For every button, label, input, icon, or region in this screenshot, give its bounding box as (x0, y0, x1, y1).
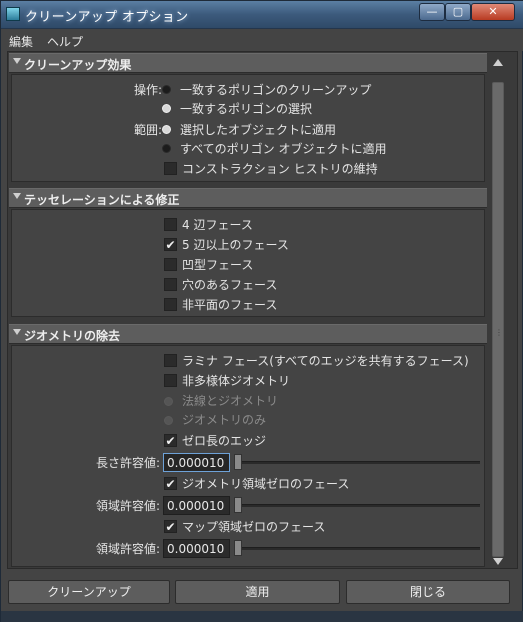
length-tolerance-slider[interactable] (234, 461, 480, 464)
length-tolerance-slider-handle[interactable] (234, 454, 242, 470)
radio-cleanup-matching[interactable] (162, 85, 171, 94)
vertical-scrollbar[interactable]: ⋮⋮ (490, 54, 511, 568)
window-title: クリーンアップ オプション (25, 10, 189, 25)
maya-app-icon (6, 7, 20, 21)
radio-apply-selected[interactable] (162, 125, 171, 134)
section-body-tessellation: 4 辺フェース ✔ 5 辺以上のフェース 凹型フェース 穴のあるフェース 非平面… (11, 209, 485, 317)
operation-label: 操作: (133, 83, 162, 97)
length-tolerance-field[interactable] (163, 453, 230, 472)
apply-button[interactable]: 適用 (175, 580, 340, 604)
checkbox-5-plus-sided-faces[interactable]: ✔ (164, 238, 177, 251)
section-title: クリーンアップ効果 (24, 58, 132, 72)
checkbox-label[interactable]: 5 辺以上のフェース (182, 236, 289, 254)
checkbox-label[interactable]: 非平面のフェース (182, 296, 277, 314)
dialog-window: クリーンアップ オプション — ▢ ✕ 編集 ヘルプ クリーンアップ効果 操作:… (0, 0, 523, 622)
checkbox-lamina-faces[interactable] (164, 354, 177, 367)
minimize-button[interactable]: — (419, 3, 445, 21)
desktop-background-strip (1, 611, 523, 622)
radio-select-matching[interactable] (162, 104, 171, 113)
close-window-button[interactable]: ✕ (471, 3, 515, 21)
menu-help[interactable]: ヘルプ (47, 33, 83, 50)
checkbox-keep-history[interactable] (164, 162, 177, 175)
radio-label[interactable]: 一致するポリゴンの選択 (180, 100, 312, 118)
checkbox-label[interactable]: マップ領域ゼロのフェース (182, 518, 325, 536)
checkbox-label[interactable]: 4 辺フェース (182, 216, 253, 234)
section-header-tessellation[interactable]: テッセレーションによる修正 (9, 188, 487, 208)
area-tolerance-slider-handle[interactable] (234, 497, 242, 513)
radio-label[interactable]: 一致するポリゴンのクリーンアップ (180, 81, 371, 99)
checkbox-zero-map-area-faces[interactable]: ✔ (164, 520, 177, 533)
radio-apply-all[interactable] (162, 144, 171, 153)
maximize-button[interactable]: ▢ (445, 3, 471, 21)
map-area-tolerance-slider-handle[interactable] (234, 540, 242, 556)
scrollbar-thumb[interactable]: ⋮⋮ (492, 82, 511, 557)
map-area-tolerance-field[interactable] (163, 539, 230, 558)
cleanup-button[interactable]: クリーンアップ (8, 580, 170, 604)
radio-label[interactable]: ジオメトリのみ (182, 411, 266, 429)
section-body-cleanup-effect: 操作: 一致するポリゴンのクリーンアップ 一致するポリゴンの選択 範囲: 選択し… (11, 74, 485, 182)
menu-edit[interactable]: 編集 (9, 33, 33, 50)
title-bar[interactable]: クリーンアップ オプション — ▢ ✕ (1, 1, 523, 29)
checkbox-label[interactable]: ジオメトリ領域ゼロのフェース (182, 475, 349, 493)
radio-label[interactable]: 法線とジオメトリ (182, 392, 278, 410)
area-tolerance-field[interactable] (163, 496, 230, 515)
area-tolerance-slider[interactable] (234, 504, 480, 507)
section-title: ジオメトリの除去 (24, 329, 121, 343)
menu-bar: 編集 ヘルプ (1, 29, 523, 51)
section-body-geometry-removal: ラミナ フェース(すべてのエッジを共有するフェース) 非多様体ジオメトリ 法線と… (11, 345, 485, 567)
grip-icon: ⋮⋮ (495, 328, 511, 337)
checkbox-label[interactable]: 凹型フェース (182, 256, 253, 274)
radio-geometry-only[interactable] (164, 416, 173, 425)
collapse-arrow-icon (13, 58, 21, 64)
scroll-up-arrow-icon[interactable] (493, 59, 503, 66)
checkbox-label[interactable]: ラミナ フェース(すべてのエッジを共有するフェース) (182, 352, 469, 370)
scope-label: 範囲: (133, 123, 162, 137)
checkbox-label[interactable]: ゼロ長のエッジ (182, 432, 266, 450)
checkbox-nonplanar-faces[interactable] (164, 298, 177, 311)
checkbox-label[interactable]: 穴のあるフェース (182, 276, 277, 294)
checkbox-4-sided-faces[interactable] (164, 218, 177, 231)
checkbox-zero-geometry-area-faces[interactable]: ✔ (164, 477, 177, 490)
radio-label[interactable]: すべてのポリゴン オブジェクトに適用 (180, 140, 387, 158)
scroll-down-arrow-icon[interactable] (493, 558, 503, 565)
section-header-geometry-removal[interactable]: ジオメトリの除去 (9, 324, 487, 344)
map-area-tolerance-slider[interactable] (234, 547, 480, 550)
options-scroll-area: クリーンアップ効果 操作: 一致するポリゴンのクリーンアップ 一致するポリゴンの… (9, 53, 489, 567)
close-button[interactable]: 閉じる (346, 580, 510, 604)
checkbox-label[interactable]: 非多様体ジオメトリ (182, 372, 290, 390)
radio-normals-and-geometry[interactable] (164, 397, 173, 406)
section-title: テッセレーションによる修正 (24, 193, 180, 207)
checkbox-nonmanifold-geometry[interactable] (164, 374, 177, 387)
map-area-tolerance-label: 領域許容値: (95, 542, 160, 556)
checkbox-faces-with-holes[interactable] (164, 278, 177, 291)
section-header-cleanup-effect[interactable]: クリーンアップ効果 (9, 53, 487, 73)
length-tolerance-label: 長さ許容値: (95, 456, 160, 470)
collapse-arrow-icon (13, 329, 21, 335)
radio-label[interactable]: 選択したオブジェクトに適用 (180, 121, 336, 139)
area-tolerance-label: 領域許容値: (95, 499, 160, 513)
checkbox-concave-faces[interactable] (164, 258, 177, 271)
checkbox-label[interactable]: コンストラクション ヒストリの維持 (182, 160, 378, 178)
checkbox-zero-length-edges[interactable]: ✔ (164, 434, 177, 447)
collapse-arrow-icon (13, 193, 21, 199)
